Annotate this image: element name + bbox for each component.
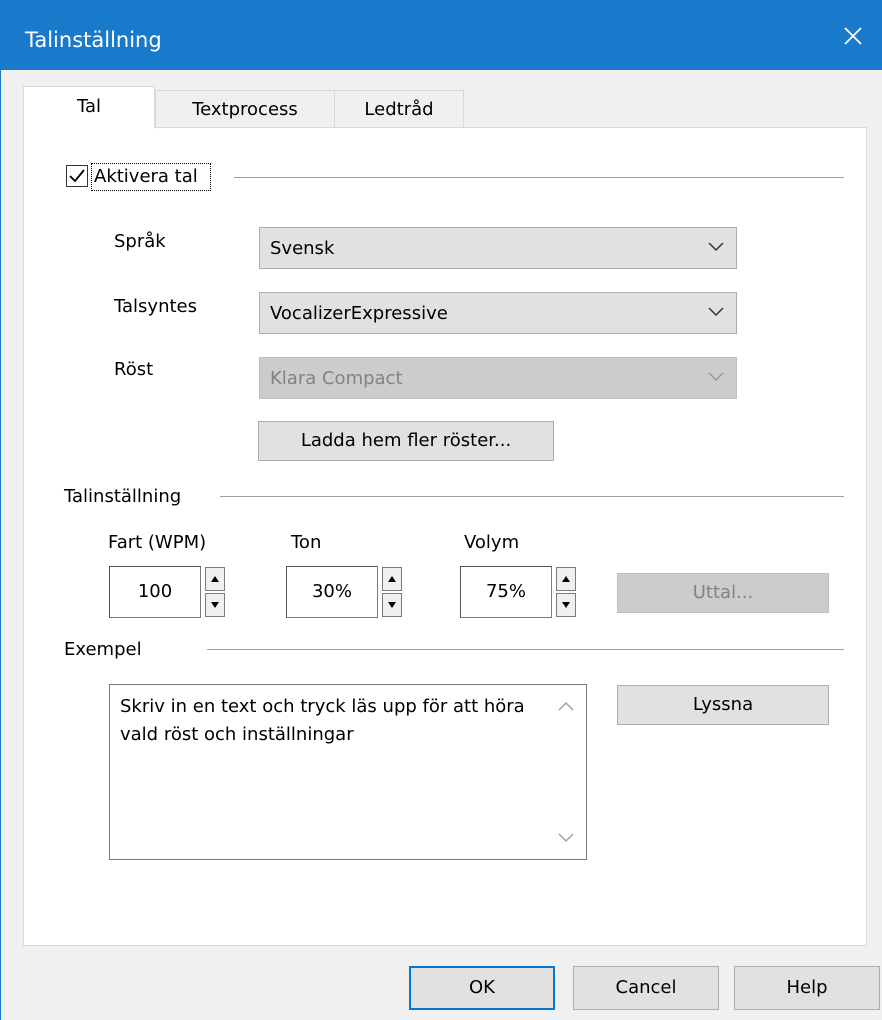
synth-label: Talsyntes (114, 296, 197, 317)
ok-button[interactable]: OK (409, 966, 555, 1010)
rate-down-button[interactable] (205, 593, 225, 617)
arrow-down-icon (211, 602, 219, 608)
tab-panel: Aktivera tal Språk Svensk Talsyntes Voca… (23, 127, 867, 946)
pronunciation-label: Uttal... (692, 582, 754, 603)
arrow-down-icon (388, 602, 396, 608)
arrow-up-icon (211, 576, 219, 582)
volume-value: 75% (485, 581, 526, 602)
pitch-input[interactable]: 30% (286, 566, 378, 618)
close-icon (844, 27, 862, 45)
cancel-button[interactable]: Cancel (573, 966, 719, 1010)
pitch-label: Ton (291, 532, 322, 553)
chevron-down-icon (708, 372, 724, 382)
arrow-down-icon (562, 602, 570, 608)
tab-ledtrad[interactable]: Ledtråd (334, 90, 464, 128)
download-voices-button[interactable]: Ladda hem fler röster... (258, 421, 554, 461)
language-dropdown[interactable]: Svensk (259, 227, 737, 269)
settings-divider (220, 496, 844, 497)
tab-tal-label: Tal (76, 96, 102, 117)
rate-input[interactable]: 100 (109, 566, 201, 618)
enable-speech-divider (234, 177, 844, 178)
rate-label: Fart (WPM) (108, 532, 207, 553)
volume-label: Volym (464, 532, 520, 553)
download-voices-label: Ladda hem fler röster... (300, 430, 512, 451)
example-text: Skriv in en text och tryck läs upp för a… (120, 696, 525, 745)
checkmark-icon (69, 169, 85, 183)
listen-button[interactable]: Lyssna (617, 685, 829, 725)
volume-input[interactable]: 75% (460, 566, 552, 618)
volume-down-button[interactable] (556, 593, 576, 617)
example-divider (207, 649, 844, 650)
enable-speech-label[interactable]: Aktivera tal (94, 166, 198, 188)
synth-value: VocalizerExpressive (270, 303, 448, 324)
rate-value: 100 (137, 581, 173, 602)
window-title: Talinställning (25, 28, 162, 52)
voice-dropdown[interactable]: Klara Compact (259, 357, 737, 399)
rate-up-button[interactable] (205, 567, 225, 591)
synth-dropdown[interactable]: VocalizerExpressive (259, 292, 737, 334)
volume-up-button[interactable] (556, 567, 576, 591)
example-section-label: Exempel (64, 639, 142, 660)
title-bar: Talinställning (1, 0, 882, 70)
tab-textprocess-label: Textprocess (192, 99, 298, 120)
arrow-up-icon (562, 576, 570, 582)
tab-ledtrad-label: Ledtråd (364, 99, 434, 120)
settings-section-label: Talinställning (64, 486, 182, 507)
cancel-label: Cancel (615, 977, 677, 998)
tab-tal[interactable]: Tal (23, 86, 155, 129)
language-value: Svensk (270, 238, 335, 259)
pitch-up-button[interactable] (382, 567, 402, 591)
language-label: Språk (114, 231, 166, 252)
example-textarea[interactable]: Skriv in en text och tryck läs upp för a… (109, 684, 587, 860)
scroll-up-icon[interactable] (558, 701, 574, 711)
arrow-up-icon (388, 576, 396, 582)
pronunciation-button[interactable]: Uttal... (617, 573, 829, 613)
help-button[interactable]: Help (734, 966, 880, 1010)
close-button[interactable] (823, 6, 882, 66)
ok-label: OK (469, 977, 495, 998)
voice-label: Röst (114, 359, 154, 380)
pitch-down-button[interactable] (382, 593, 402, 617)
help-label: Help (786, 977, 828, 998)
enable-speech-checkbox[interactable] (66, 165, 88, 187)
tab-textprocess[interactable]: Textprocess (155, 90, 335, 128)
chevron-down-icon (708, 307, 724, 317)
scroll-down-icon[interactable] (558, 833, 574, 843)
pitch-value: 30% (311, 581, 352, 602)
dialog-window: Talinställning Tal Textprocess Ledtråd A… (0, 0, 882, 1020)
chevron-down-icon (708, 242, 724, 252)
voice-value: Klara Compact (270, 368, 403, 389)
listen-label: Lyssna (692, 694, 754, 715)
